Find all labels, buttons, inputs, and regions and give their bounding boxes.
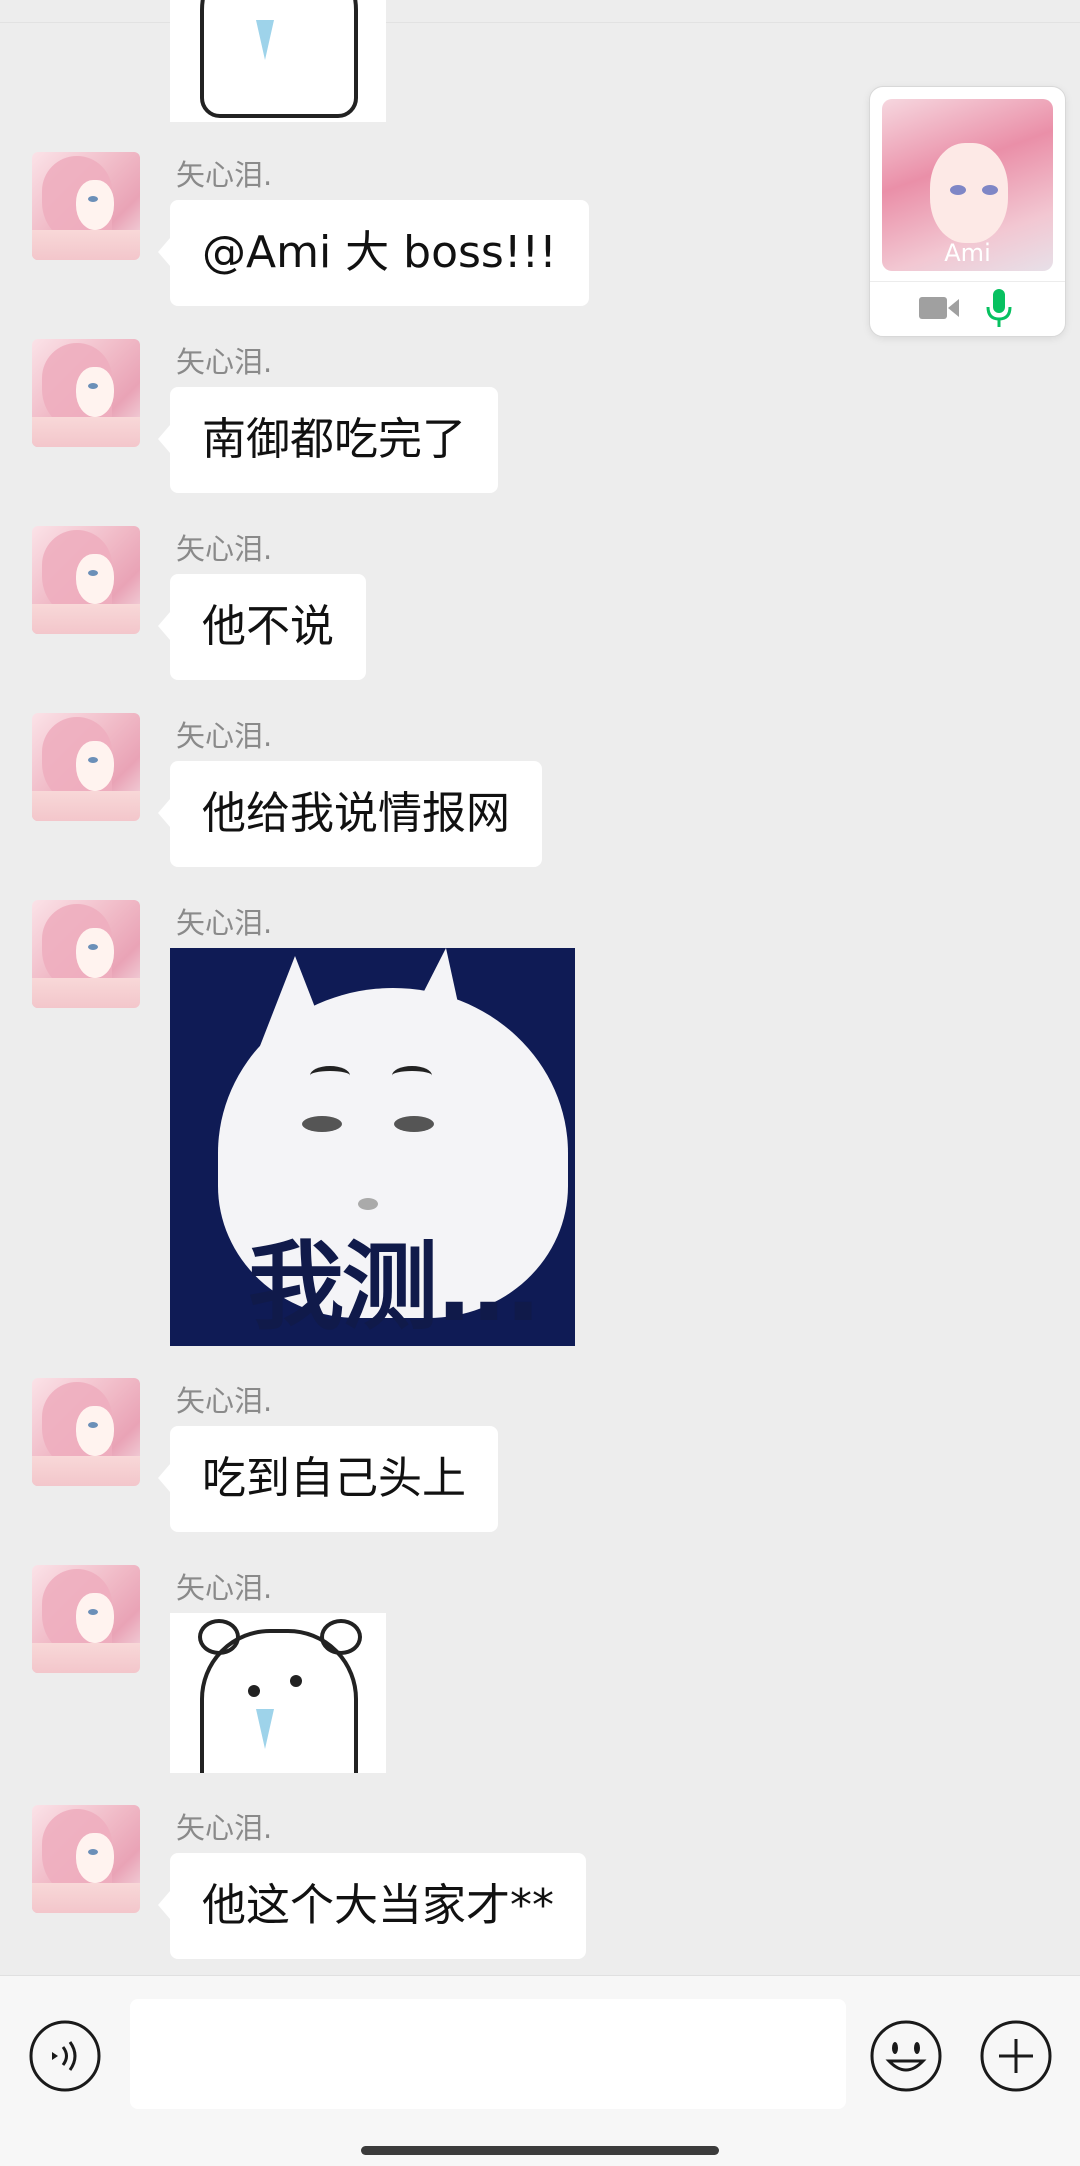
caller-name: Ami xyxy=(944,239,991,267)
message-input[interactable] xyxy=(130,1999,846,2109)
meme-image[interactable]: 我测... xyxy=(170,948,575,1346)
sender-avatar[interactable] xyxy=(32,1805,140,1913)
sender-avatar[interactable] xyxy=(32,713,140,821)
sender-avatar[interactable] xyxy=(32,152,140,260)
meme-brow xyxy=(310,1066,350,1085)
sender-avatar[interactable] xyxy=(32,900,140,1008)
sender-avatar[interactable] xyxy=(32,339,140,447)
chat-input-bar xyxy=(0,1975,1080,2166)
floating-call-window[interactable]: Ami xyxy=(869,86,1066,337)
sticker-bear-body xyxy=(200,1629,358,1773)
sender-name: 矢心泪. xyxy=(176,906,273,940)
crying-bear-sticker[interactable] xyxy=(170,1613,386,1773)
sender-name: 矢心泪. xyxy=(176,158,273,192)
sender-avatar[interactable] xyxy=(32,1378,140,1486)
sender-avatar[interactable] xyxy=(32,526,140,634)
sender-name: 矢心泪. xyxy=(176,1811,273,1845)
meme-eye xyxy=(394,1116,434,1132)
microphone-icon[interactable] xyxy=(984,287,1014,329)
divider xyxy=(0,22,1080,23)
sender-name: 矢心泪. xyxy=(176,719,273,753)
sender-avatar[interactable] xyxy=(32,1565,140,1673)
message-bubble[interactable]: 他不说 xyxy=(158,574,366,680)
message-bubble[interactable]: 他这个大当家才** xyxy=(158,1853,586,1959)
sticker-bear-body xyxy=(200,0,358,118)
divider xyxy=(870,281,1065,282)
sticker-eye xyxy=(290,1675,302,1687)
caller-video-thumbnail[interactable]: Ami xyxy=(882,99,1053,271)
sender-name: 矢心泪. xyxy=(176,1571,273,1605)
sticker-eye xyxy=(248,1685,260,1697)
voice-icon[interactable] xyxy=(28,2019,102,2093)
emoji-icon[interactable] xyxy=(869,2019,943,2093)
sender-name: 矢心泪. xyxy=(176,345,273,379)
plus-icon[interactable] xyxy=(979,2019,1053,2093)
sender-name: 矢心泪. xyxy=(176,532,273,566)
meme-brow xyxy=(392,1066,432,1085)
message-bubble[interactable]: 他给我说情报网 xyxy=(158,761,542,867)
message-bubble[interactable]: @Ami 大 boss!!! xyxy=(158,200,589,306)
meme-eye xyxy=(302,1116,342,1132)
meme-caption: 我测... xyxy=(248,1231,541,1343)
video-camera-icon[interactable] xyxy=(918,293,960,323)
message-bubble[interactable]: 南御都吃完了 xyxy=(158,387,498,493)
meme-mouth xyxy=(358,1198,378,1210)
crying-bear-sticker[interactable] xyxy=(170,0,386,122)
sender-name: 矢心泪. xyxy=(176,1384,273,1418)
message-bubble[interactable]: 吃到自己头上 xyxy=(158,1426,498,1532)
home-indicator[interactable] xyxy=(361,2146,719,2155)
